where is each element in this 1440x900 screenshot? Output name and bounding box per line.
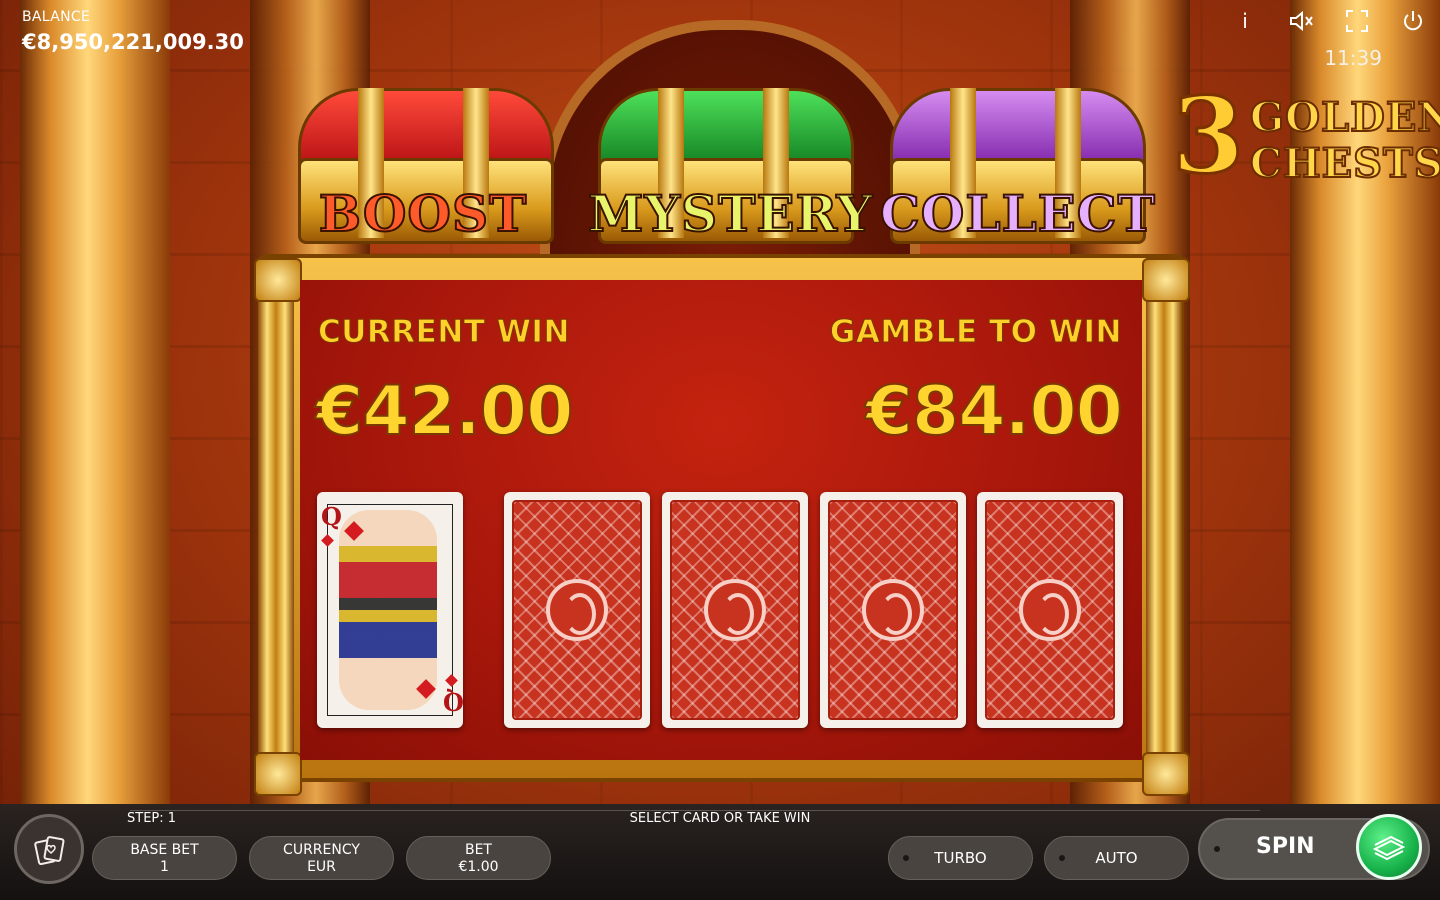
auto-label: AUTO (1095, 849, 1138, 867)
base-bet-selector[interactable]: BASE BET 1 (92, 836, 237, 880)
left-frame-post (258, 258, 294, 786)
right-frame-post (1146, 258, 1182, 786)
collect-chest: COLLECT (879, 88, 1156, 258)
game-logo: 3 GOLDEN CHESTS (1170, 82, 1440, 198)
cards-icon (33, 833, 67, 867)
face-down-card[interactable] (977, 492, 1123, 728)
card-logo-icon (704, 579, 766, 641)
card-back-pattern (828, 500, 958, 720)
boost-chest: BOOST (288, 88, 558, 258)
card-back-pattern (985, 500, 1115, 720)
card-back-pattern (670, 500, 800, 720)
frame-ornament (254, 258, 302, 302)
boost-label: BOOST (318, 183, 528, 244)
spin-indicator (1214, 846, 1220, 852)
card-logo-icon (1019, 579, 1081, 641)
collect-label: COLLECT (879, 183, 1156, 244)
spin-label: SPIN (1256, 834, 1315, 859)
mystery-label: MYSTERY (587, 183, 874, 244)
card-rank-top: Q (321, 502, 342, 531)
base-bet-value: 1 (160, 859, 169, 875)
spin-button[interactable] (1356, 814, 1422, 880)
gamble-to-win-label: GAMBLE TO WIN (829, 314, 1122, 351)
current-win-label: CURRENT WIN (318, 314, 570, 351)
clock: 11:39 (1324, 46, 1382, 70)
left-pillar (20, 0, 170, 810)
gamble-to-win-value: €84.00 (865, 371, 1124, 452)
face-down-card[interactable] (662, 492, 808, 728)
fullscreen-icon[interactable] (1344, 8, 1370, 34)
face-down-card[interactable] (820, 492, 966, 728)
card-logo-icon (546, 579, 608, 641)
currency-value: EUR (307, 859, 336, 875)
auto-toggle[interactable]: AUTO (1044, 836, 1189, 880)
cash-stack-icon (1371, 831, 1407, 861)
logo-line-1: GOLDEN (1249, 93, 1440, 142)
logo-line-2: CHESTS (1249, 139, 1440, 188)
card-rank-bottom: Q (443, 687, 464, 716)
turbo-toggle[interactable]: TURBO (888, 836, 1033, 880)
turbo-label: TURBO (934, 849, 987, 867)
frame-ornament (1142, 752, 1190, 796)
mute-icon[interactable] (1288, 8, 1314, 34)
base-bet-label: BASE BET (130, 842, 199, 858)
card-back-pattern (512, 500, 642, 720)
current-win-value: €42.00 (315, 371, 574, 452)
info-icon[interactable]: i (1232, 8, 1258, 34)
mystery-chest: MYSTERY (587, 88, 874, 258)
top-toolbar: i (1232, 8, 1426, 34)
bet-selector[interactable]: BET €1.00 (406, 836, 551, 880)
logo-number: 3 (1170, 74, 1245, 197)
balance-label: BALANCE (22, 9, 91, 25)
currency-label: CURRENCY (283, 842, 360, 858)
gamble-menu-button[interactable] (14, 814, 84, 884)
frame-ornament (254, 752, 302, 796)
currency-selector[interactable]: CURRENCY EUR (249, 836, 394, 880)
balance-value: €8,950,221,009.30 (22, 30, 244, 54)
power-icon[interactable] (1400, 8, 1426, 34)
card-logo-icon (862, 579, 924, 641)
face-down-card[interactable] (504, 492, 650, 728)
bet-label: BET (464, 842, 492, 858)
revealed-card-queen-of-diamonds: Q Q (317, 492, 464, 728)
bet-value: €1.00 (458, 859, 499, 875)
frame-ornament (1142, 258, 1190, 302)
